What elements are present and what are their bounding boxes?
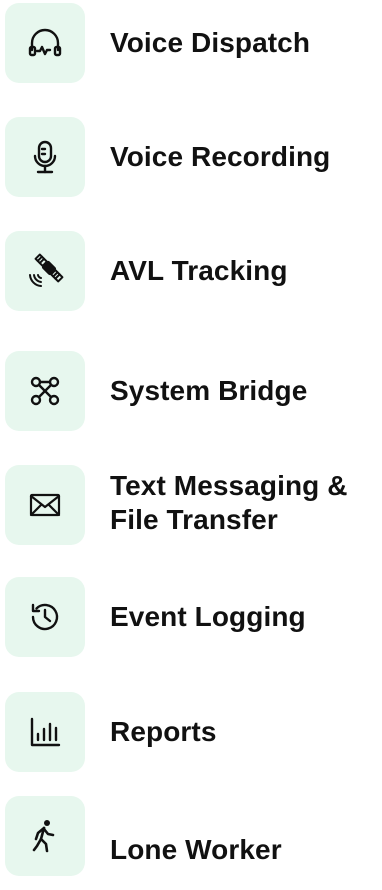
feature-label: Lone Worker [110, 834, 282, 865]
microphone-icon [33, 140, 57, 174]
feature-avl-tracking[interactable]: AVL Tracking [5, 231, 382, 311]
feature-label: Voice Recording [110, 141, 331, 172]
feature-icon-tile [5, 231, 85, 311]
feature-event-logging[interactable]: Event Logging [5, 577, 382, 657]
feature-voice-recording[interactable]: Voice Recording [5, 117, 382, 197]
feature-label: Reports [110, 716, 217, 747]
feature-lone-worker[interactable]: Lone Worker [5, 796, 382, 876]
feature-voice-dispatch[interactable]: Voice Dispatch [5, 3, 382, 83]
feature-label: Event Logging [110, 601, 306, 632]
feature-icon-tile [5, 3, 85, 83]
feature-reports[interactable]: Reports [5, 692, 382, 772]
feature-label: Voice Dispatch [110, 27, 311, 58]
feature-icon-tile [5, 351, 85, 431]
envelope-icon [29, 493, 61, 517]
feature-icon-tile [5, 117, 85, 197]
feature-icon-tile [5, 796, 85, 876]
bar-chart-icon [30, 717, 61, 747]
headset-icon [28, 28, 62, 57]
feature-icon-tile [5, 577, 85, 657]
history-clock-icon [31, 603, 59, 631]
feature-system-bridge[interactable]: System Bridge [5, 351, 382, 431]
satellite-icon [29, 253, 64, 287]
feature-text-messaging[interactable]: Text Messaging & File Transfer [5, 465, 382, 545]
network-bridge-icon [30, 376, 60, 406]
feature-icon-tile [5, 465, 85, 545]
feature-icon-tile [5, 692, 85, 772]
feature-label: AVL Tracking [110, 255, 288, 286]
feature-label: Text Messaging & File Transfer [110, 470, 348, 535]
feature-label: System Bridge [110, 375, 308, 406]
walking-person-icon [32, 820, 55, 853]
